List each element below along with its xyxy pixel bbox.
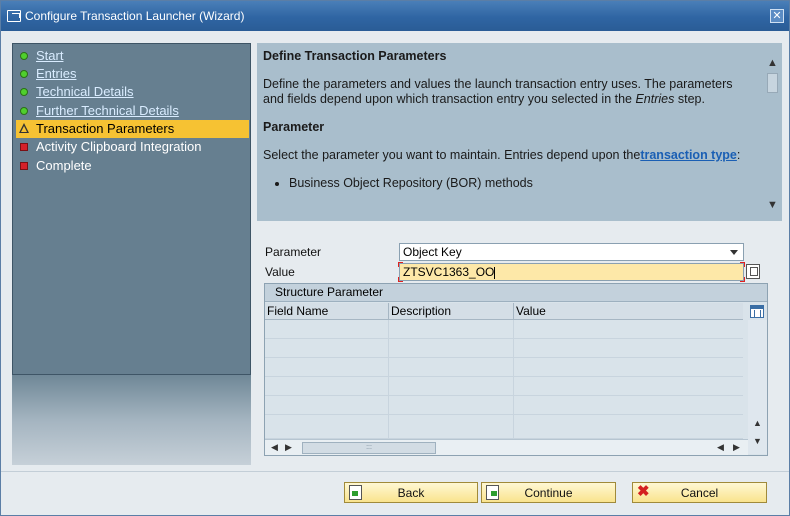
parameter-dropdown[interactable]: Object Key bbox=[399, 243, 744, 261]
help-list-item: Business Object Repository (BOR) methods bbox=[289, 176, 753, 191]
table-row[interactable] bbox=[265, 358, 743, 377]
chevron-down-icon[interactable]: ▼ bbox=[753, 436, 762, 446]
step-label: Activity Clipboard Integration bbox=[36, 139, 202, 154]
value-label: Value bbox=[265, 265, 295, 279]
table-row[interactable] bbox=[265, 339, 743, 358]
help-subheading: Parameter bbox=[263, 120, 325, 134]
transaction-icon bbox=[7, 10, 21, 22]
text-cursor bbox=[494, 266, 496, 279]
table-header: Field Name Description Value bbox=[265, 303, 743, 320]
step-label: Entries bbox=[36, 66, 77, 81]
chevron-left-icon[interactable]: ◀ bbox=[717, 442, 724, 453]
warning-triangle-icon bbox=[19, 123, 29, 133]
focus-corner bbox=[398, 277, 403, 282]
structure-parameter-table: Structure Parameter Field Name Descripti… bbox=[264, 283, 768, 456]
step-label: Further Technical Details bbox=[36, 103, 179, 118]
table-row[interactable] bbox=[265, 377, 743, 396]
green-dot-icon bbox=[20, 107, 28, 115]
window-title: Configure Transaction Launcher (Wizard) bbox=[25, 9, 245, 23]
red-square-icon bbox=[20, 143, 28, 151]
step-item-activity-clipboard: Activity Clipboard Integration bbox=[16, 138, 249, 156]
step-list-footer bbox=[12, 375, 251, 465]
chevron-right-icon[interactable]: ▶ bbox=[285, 442, 292, 453]
step-item-technical-details[interactable]: Technical Details bbox=[16, 83, 249, 101]
back-label: Back bbox=[397, 486, 425, 500]
button-bar: Back Continue ✖ Cancel bbox=[1, 471, 789, 515]
table-row[interactable] bbox=[265, 415, 743, 439]
step-list: Start Entries Technical Details Further … bbox=[12, 43, 251, 375]
step-label: Transaction Parameters bbox=[36, 121, 175, 136]
help-panel: Define Transaction Parameters Define the… bbox=[257, 43, 782, 221]
continue-button[interactable]: Continue bbox=[481, 482, 616, 503]
help-text-run: : bbox=[736, 148, 741, 162]
table-row[interactable] bbox=[265, 396, 743, 415]
step-item-entries[interactable]: Entries bbox=[16, 65, 249, 83]
chevron-down-icon bbox=[730, 250, 738, 255]
chevron-left-icon[interactable]: ◀ bbox=[271, 442, 278, 453]
help-text-run: Select the parameter you want to maintai… bbox=[263, 148, 641, 162]
green-dot-icon bbox=[20, 52, 28, 60]
back-button[interactable]: Back bbox=[344, 482, 478, 503]
continue-label: Continue bbox=[524, 486, 573, 500]
column-header-description[interactable]: Description bbox=[389, 303, 514, 320]
table-settings-icon[interactable] bbox=[750, 305, 764, 318]
column-header-value[interactable]: Value bbox=[514, 303, 743, 320]
chevron-up-icon[interactable]: ▲ bbox=[753, 418, 762, 428]
chevron-right-icon[interactable]: ▶ bbox=[733, 442, 740, 453]
value-field[interactable]: ZTSVC1363_OO bbox=[399, 263, 744, 281]
close-icon[interactable]: ✕ bbox=[770, 9, 784, 23]
table-vertical-scrollbar[interactable]: ▲ ▼ bbox=[748, 320, 767, 454]
help-heading: Define Transaction Parameters bbox=[263, 49, 447, 63]
copy-icon[interactable] bbox=[746, 264, 760, 279]
table-horizontal-scrollbar[interactable]: ◀ ▶ ::: ◀ ▶ bbox=[265, 439, 748, 455]
focus-corner bbox=[740, 277, 745, 282]
step-label: Complete bbox=[36, 158, 92, 173]
step-item-further-technical-details[interactable]: Further Technical Details bbox=[16, 102, 249, 120]
focus-corner bbox=[740, 262, 745, 267]
chevron-up-icon[interactable]: ▲ bbox=[767, 57, 778, 69]
step-item-complete: Complete bbox=[16, 157, 249, 175]
help-text-run: step. bbox=[674, 92, 705, 106]
help-paragraph: Define the parameters and values the lau… bbox=[263, 77, 753, 107]
title-bar: Configure Transaction Launcher (Wizard) … bbox=[1, 1, 789, 31]
cancel-button[interactable]: ✖ Cancel bbox=[632, 482, 767, 503]
step-item-transaction-parameters[interactable]: Transaction Parameters bbox=[16, 120, 249, 138]
cancel-label: Cancel bbox=[680, 486, 719, 500]
help-paragraph: Select the parameter you want to maintai… bbox=[263, 148, 753, 163]
green-dot-icon bbox=[20, 70, 28, 78]
transaction-type-link[interactable]: transaction type bbox=[640, 148, 737, 162]
step-item-start[interactable]: Start bbox=[16, 47, 249, 65]
help-scrollbar[interactable]: ▲ ▼ bbox=[764, 43, 780, 221]
green-dot-icon bbox=[20, 88, 28, 96]
value-text: ZTSVC1363_OO bbox=[403, 265, 495, 279]
focus-corner bbox=[398, 262, 403, 267]
parameter-label: Parameter bbox=[265, 245, 322, 259]
scroll-thumb[interactable]: ::: bbox=[302, 442, 436, 454]
wizard-window: Configure Transaction Launcher (Wizard) … bbox=[0, 0, 790, 516]
help-text: Define Transaction Parameters Define the… bbox=[263, 49, 753, 191]
table-title: Structure Parameter bbox=[265, 284, 767, 302]
column-header-field-name[interactable]: Field Name bbox=[265, 303, 389, 320]
wizard-content: Start Entries Technical Details Further … bbox=[1, 31, 789, 471]
red-square-icon bbox=[20, 162, 28, 170]
scroll-thumb[interactable] bbox=[767, 73, 778, 93]
help-list: Business Object Repository (BOR) methods bbox=[289, 176, 753, 191]
help-emphasis: Entries bbox=[635, 92, 675, 106]
step-label: Start bbox=[36, 48, 64, 63]
step-label: Technical Details bbox=[36, 84, 134, 99]
parameter-value: Object Key bbox=[403, 245, 462, 259]
table-row[interactable] bbox=[265, 320, 743, 339]
chevron-down-icon[interactable]: ▼ bbox=[767, 199, 778, 211]
